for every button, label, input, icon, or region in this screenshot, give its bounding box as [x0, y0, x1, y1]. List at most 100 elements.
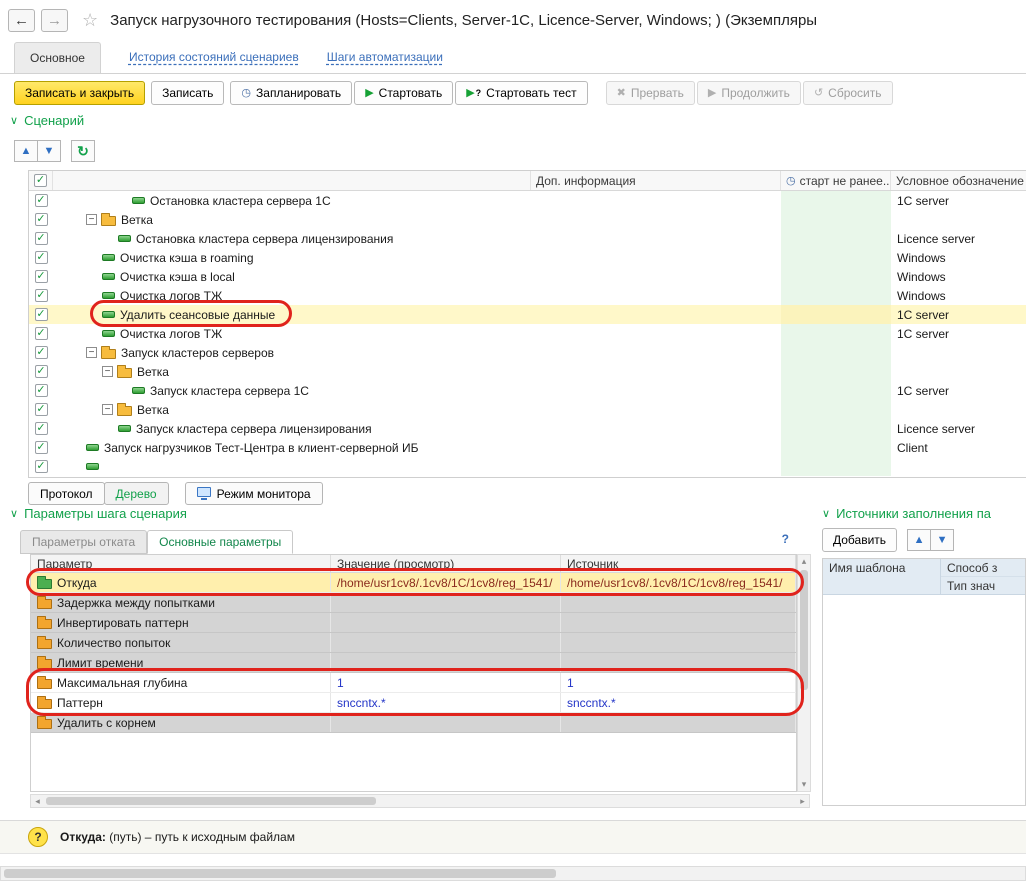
forward-button[interactable]: → — [41, 9, 68, 32]
tab-tree[interactable]: Дерево — [104, 482, 169, 505]
table-row[interactable]: ✓ − Ветка — [29, 210, 1026, 229]
table-row[interactable]: ✓ Очистка кэша в roaming Windows — [29, 248, 1026, 267]
table-row[interactable]: ✓ Очистка кэша в local Windows — [29, 267, 1026, 286]
table-row[interactable]: ✓ Запуск кластера сервера 1С 1C server — [29, 381, 1026, 400]
dop-info-cell — [531, 400, 781, 419]
row-checkbox[interactable]: ✓ — [35, 460, 48, 473]
column-dop-info[interactable]: Доп. информация — [531, 171, 781, 190]
scroll-up-icon[interactable]: ▴ — [797, 555, 811, 568]
resume-button[interactable]: ▶ Продолжить — [697, 81, 801, 105]
scroll-right-icon[interactable]: ▸ — [796, 796, 809, 807]
abort-button[interactable]: ✖ Прервать — [606, 81, 695, 105]
column-template-name[interactable]: Имя шаблона — [823, 559, 941, 594]
column-parameter[interactable]: Параметр — [31, 555, 331, 572]
tab-automation-steps[interactable]: Шаги автоматизации — [327, 50, 443, 73]
parameter-row[interactable]: Лимит времени — [31, 653, 796, 673]
schedule-button[interactable]: ◷ Запланировать — [230, 81, 352, 105]
row-checkbox[interactable]: ✓ — [35, 441, 48, 454]
help-link[interactable]: ? — [782, 532, 789, 546]
row-checkbox[interactable]: ✓ — [35, 327, 48, 340]
step-name: Запуск кластера сервера лицензирования — [136, 422, 372, 436]
parameter-row[interactable]: Задержка между попытками — [31, 593, 796, 613]
start-not-earlier-cell — [781, 419, 891, 438]
row-checkbox[interactable]: ✓ — [35, 365, 48, 378]
scrollbar-thumb[interactable] — [46, 797, 376, 805]
scrollbar-thumb[interactable] — [4, 869, 556, 878]
sources-section-header[interactable]: ∨ Источники заполнения па — [822, 506, 1026, 521]
params-section-header[interactable]: ∨ Параметры шага сценария — [10, 506, 187, 521]
move-up-button[interactable]: ▲ — [14, 140, 38, 162]
collapse-toggle-icon[interactable]: − — [86, 214, 97, 225]
row-checkbox[interactable]: ✓ — [35, 422, 48, 435]
row-checkbox[interactable]: ✓ — [35, 403, 48, 416]
table-row[interactable]: ✓ Запуск нагрузчиков Тест-Центра в клиен… — [29, 438, 1026, 457]
scroll-left-icon[interactable]: ◂ — [31, 796, 44, 807]
row-checkbox[interactable]: ✓ — [35, 346, 48, 359]
row-checkbox[interactable]: ✓ — [35, 384, 48, 397]
table-row[interactable]: ✓ − Запуск кластеров серверов — [29, 343, 1026, 362]
window-horizontal-scrollbar[interactable] — [0, 866, 1026, 881]
save-and-close-button[interactable]: Записать и закрыть — [14, 81, 145, 105]
parameter-row[interactable]: Паттерн snccntx.* snccntx.* — [31, 693, 796, 713]
row-checkbox[interactable]: ✓ — [35, 194, 48, 207]
column-fill-method[interactable]: Способ з — [941, 559, 1025, 577]
collapse-toggle-icon[interactable]: − — [102, 366, 113, 377]
params-vertical-scrollbar[interactable]: ▴ ▾ — [797, 554, 811, 792]
scroll-down-icon[interactable]: ▾ — [797, 778, 811, 791]
column-start-not-earlier[interactable]: ◷ старт не ранее... — [781, 171, 891, 190]
start-test-button[interactable]: ▶? Стартовать тест — [455, 81, 587, 105]
add-button[interactable]: Добавить — [822, 528, 897, 552]
move-up-button[interactable]: ▲ — [907, 529, 931, 551]
column-designation[interactable]: Условное обозначение ед... — [891, 171, 1026, 190]
tab-main[interactable]: Основное — [14, 42, 101, 73]
parameter-row[interactable]: Максимальная глубина 1 1 — [31, 673, 796, 693]
column-step-name[interactable] — [53, 171, 531, 190]
refresh-button[interactable]: ↻ — [71, 140, 95, 162]
params-horizontal-scrollbar[interactable]: ◂ ▸ — [30, 794, 810, 808]
tab-protocol[interactable]: Протокол — [28, 482, 105, 505]
parameter-row[interactable]: Инвертировать паттерн — [31, 613, 796, 633]
table-row[interactable]: ✓ Очистка логов ТЖ 1C server — [29, 324, 1026, 343]
scrollbar-thumb[interactable] — [800, 570, 808, 690]
save-button[interactable]: Записать — [151, 81, 224, 105]
row-checkbox[interactable]: ✓ — [35, 251, 48, 264]
collapse-toggle-icon[interactable]: − — [102, 404, 113, 415]
parameter-row[interactable]: Удалить с корнем — [31, 713, 796, 733]
start-button[interactable]: ▶ Стартовать — [354, 81, 453, 105]
monitor-mode-button[interactable]: Режим монитора — [185, 482, 323, 505]
table-row[interactable]: ✓ − Ветка — [29, 400, 1026, 419]
tab-rollback-params[interactable]: Параметры отката — [20, 530, 147, 554]
step-name: Ветка — [137, 365, 169, 379]
sources-section-title: Источники заполнения па — [836, 506, 991, 521]
row-checkbox[interactable]: ✓ — [35, 289, 48, 302]
scenario-section-header[interactable]: ∨ Сценарий — [10, 113, 84, 128]
table-row[interactable]: ✓ Запуск кластера сервера лицензирования… — [29, 419, 1026, 438]
row-checkbox[interactable]: ✓ — [35, 213, 48, 226]
collapse-toggle-icon[interactable]: − — [86, 347, 97, 358]
start-not-earlier-cell — [781, 229, 891, 248]
column-source[interactable]: Источник — [561, 555, 796, 572]
back-button[interactable]: ← — [8, 9, 35, 32]
move-down-button[interactable]: ▼ — [930, 529, 954, 551]
table-row[interactable]: ✓ Остановка кластера сервера 1С 1C serve… — [29, 191, 1026, 210]
table-row[interactable]: ✓ − Ветка — [29, 362, 1026, 381]
row-checkbox[interactable]: ✓ — [35, 308, 48, 321]
row-checkbox[interactable]: ✓ — [35, 270, 48, 283]
parameter-row[interactable]: Количество попыток — [31, 633, 796, 653]
favorite-star-icon[interactable]: ☆ — [82, 10, 98, 31]
reset-label: Сбросить — [828, 86, 881, 100]
column-value-type[interactable]: Тип знач — [941, 577, 1025, 594]
table-row[interactable]: ✓ — [29, 457, 1026, 476]
tab-scenario-history[interactable]: История состояний сценариев — [129, 50, 299, 73]
table-row[interactable]: ✓ Удалить сеансовые данные 1C server — [29, 305, 1026, 324]
table-row[interactable]: ✓ Очистка логов ТЖ Windows — [29, 286, 1026, 305]
reset-button[interactable]: ↺ Сбросить — [803, 81, 893, 105]
row-checkbox[interactable]: ✓ — [35, 232, 48, 245]
tab-main-params[interactable]: Основные параметры — [147, 530, 293, 554]
parameter-row[interactable]: Откуда /home/usr1cv8/.1cv8/1C/1cv8/reg_1… — [31, 573, 796, 593]
column-value[interactable]: Значение (просмотр) — [331, 555, 561, 572]
move-down-button[interactable]: ▼ — [37, 140, 61, 162]
select-all-header[interactable]: ✓ — [29, 171, 53, 190]
designation-cell: 1C server — [891, 191, 1026, 210]
table-row[interactable]: ✓ Остановка кластера сервера лицензирова… — [29, 229, 1026, 248]
